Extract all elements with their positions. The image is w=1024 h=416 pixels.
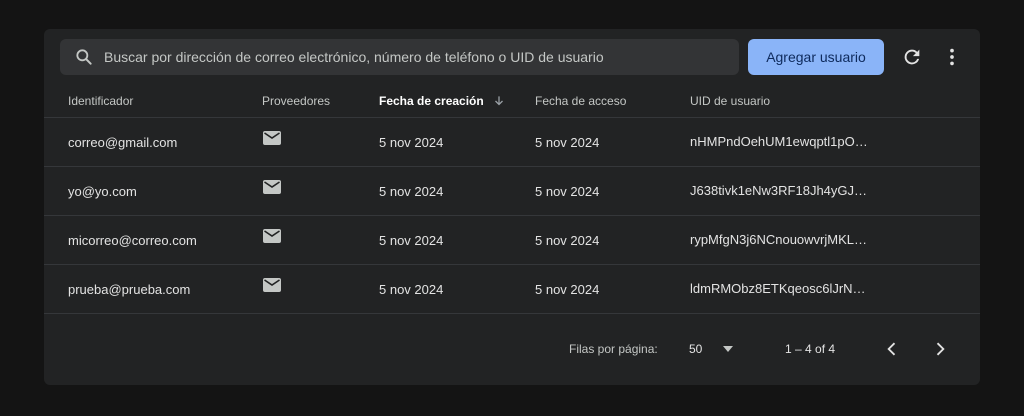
- column-header-label: Fecha de creación: [379, 94, 484, 108]
- rows-per-page-label: Filas por página:: [569, 342, 658, 356]
- last-access-cell: 5 nov 2024: [535, 134, 600, 150]
- created-cell: 5 nov 2024: [379, 134, 444, 150]
- identifier-cell: micorreo@correo.com: [68, 232, 197, 248]
- column-header-label: Proveedores: [262, 94, 331, 108]
- uid-cell: rypMfgN3j6NCnouowvrjMKLR…: [690, 216, 874, 264]
- last-access-cell: 5 nov 2024: [535, 232, 600, 248]
- created-cell: 5 nov 2024: [379, 183, 444, 199]
- uid-text: nHMPndOehUM1ewqptl1pOs…: [690, 134, 870, 149]
- column-header-providers: Proveedores: [262, 85, 362, 117]
- identifier-cell: prueba@prueba.com: [68, 281, 191, 297]
- refresh-button[interactable]: [896, 41, 928, 73]
- uid-cell: nHMPndOehUM1ewqptl1pOs…: [690, 118, 874, 166]
- rows-per-page-value: 50: [689, 342, 703, 356]
- pagination-range: 1 – 4 of 4: [785, 342, 836, 356]
- identifier-cell: correo@gmail.com: [68, 134, 178, 150]
- column-header-label: Fecha de acceso: [535, 94, 627, 108]
- toolbar: Agregar usuario: [44, 29, 980, 85]
- uid-text: J638tivk1eNw3RF18Jh4yGJc…: [690, 183, 870, 198]
- search-input[interactable]: [104, 39, 724, 75]
- arrow-down-sort-icon: [494, 96, 503, 106]
- next-page-button[interactable]: [928, 337, 952, 361]
- column-header-created[interactable]: Fecha de creación: [379, 85, 519, 117]
- rows-per-page-select[interactable]: 50: [689, 339, 741, 359]
- refresh-icon: [904, 49, 920, 65]
- users-panel: Agregar usuario Identificador Proveedore…: [44, 29, 980, 385]
- table-row[interactable]: micorreo@correo.com 5 nov 2024 5 nov 202…: [44, 216, 980, 265]
- column-header-label: Identificador: [68, 94, 134, 108]
- column-header-uid: UID de usuario: [690, 85, 874, 117]
- uid-text: ldmRMObz8ETKqeosc6lJrNo1…: [690, 281, 870, 296]
- providers-cell: [262, 167, 362, 215]
- table-header: Identificador Proveedores Fecha de creac…: [44, 85, 980, 118]
- more-vert-icon: [950, 48, 954, 66]
- last-access-cell: 5 nov 2024: [535, 281, 600, 297]
- pagination-bar: Filas por página: 50 1 – 4 of 4: [44, 315, 980, 385]
- table-row[interactable]: prueba@prueba.com 5 nov 2024 5 nov 2024 …: [44, 265, 980, 314]
- identifier-cell: yo@yo.com: [68, 183, 137, 199]
- created-cell: 5 nov 2024: [379, 281, 444, 297]
- column-header-last-access[interactable]: Fecha de acceso: [535, 85, 675, 117]
- table-row[interactable]: correo@gmail.com 5 nov 2024 5 nov 2024 n…: [44, 118, 980, 167]
- previous-page-button[interactable]: [880, 337, 904, 361]
- providers-cell: [262, 216, 362, 264]
- chevron-left-icon: [887, 342, 896, 356]
- table-row[interactable]: yo@yo.com 5 nov 2024 5 nov 2024 J638tivk…: [44, 167, 980, 216]
- providers-cell: [262, 118, 362, 166]
- more-options-button[interactable]: [936, 41, 968, 73]
- chevron-right-icon: [936, 342, 945, 356]
- column-header-identifier[interactable]: Identificador: [68, 85, 248, 117]
- mail-icon: [263, 131, 281, 145]
- caret-down-icon: [723, 346, 733, 352]
- column-header-label: UID de usuario: [690, 94, 771, 108]
- add-user-button[interactable]: Agregar usuario: [748, 39, 884, 75]
- uid-text: rypMfgN3j6NCnouowvrjMKLR…: [690, 232, 870, 247]
- providers-cell: [262, 265, 362, 313]
- last-access-cell: 5 nov 2024: [535, 183, 600, 199]
- users-table: Identificador Proveedores Fecha de creac…: [44, 85, 980, 314]
- mail-icon: [263, 278, 281, 292]
- uid-cell: J638tivk1eNw3RF18Jh4yGJc…: [690, 167, 874, 215]
- search-icon: [76, 49, 92, 65]
- mail-icon: [263, 180, 281, 194]
- uid-cell: ldmRMObz8ETKqeosc6lJrNo1…: [690, 265, 874, 313]
- mail-icon: [263, 229, 281, 243]
- created-cell: 5 nov 2024: [379, 232, 444, 248]
- search-box[interactable]: [60, 39, 739, 75]
